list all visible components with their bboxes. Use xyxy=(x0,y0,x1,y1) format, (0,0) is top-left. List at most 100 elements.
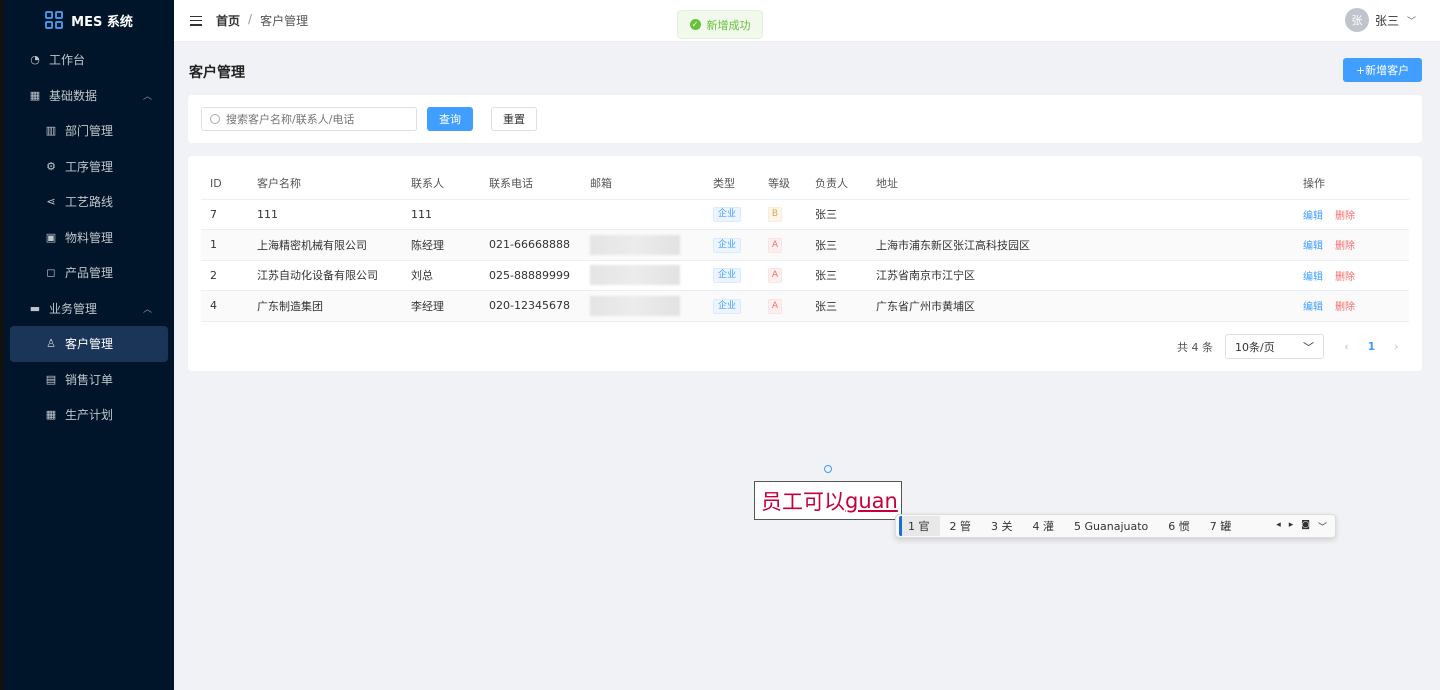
customer-table: ID 客户名称 联系人 联系电话 邮箱 类型 等级 负责人 地址 操作 7 11… xyxy=(201,168,1409,322)
chevron-up-icon: ︿ xyxy=(142,304,152,315)
sidebar-item-basic-data[interactable]: ▦ 基础数据 ︿ xyxy=(4,78,174,114)
ime-candidate[interactable]: 6 惯 xyxy=(1158,516,1200,536)
cell-type: 企业 xyxy=(704,260,759,291)
ime-emoji-icon[interactable]: ◙ xyxy=(1301,520,1310,533)
sidebar-item-material[interactable]: ▣ 物料管理 xyxy=(4,220,174,256)
cell-actions: 编辑 删除 xyxy=(1294,199,1409,230)
ime-prev-icon[interactable]: ◂ xyxy=(1276,520,1281,533)
search-input[interactable] xyxy=(226,112,406,126)
pagination-total: 共 4 条 xyxy=(1177,340,1213,354)
check-circle-icon: ✓ xyxy=(689,19,701,30)
sidebar-item-product[interactable]: ◻ 产品管理 xyxy=(4,255,174,291)
ime-composition-box: 员工可以 guan xyxy=(754,481,902,520)
level-tag: A xyxy=(768,237,782,253)
sidebar-item-department[interactable]: ▥ 部门管理 xyxy=(4,113,174,149)
cell-address: 江苏省南京市江宁区 xyxy=(867,260,1294,291)
building-icon: ▥ xyxy=(45,124,57,138)
table-card: ID 客户名称 联系人 联系电话 邮箱 类型 等级 负责人 地址 操作 7 11… xyxy=(188,156,1422,371)
cell-contact: 陈经理 xyxy=(402,229,480,261)
reset-button[interactable]: 重置 xyxy=(491,107,537,131)
cell-name: 江苏自动化设备有限公司 xyxy=(248,260,402,291)
query-button[interactable]: 查询 xyxy=(427,107,473,131)
edit-link[interactable]: 编辑 xyxy=(1303,272,1323,283)
edit-link[interactable]: 编辑 xyxy=(1303,211,1323,222)
sidebar-item-production-plan[interactable]: ▦ 生产计划 xyxy=(4,397,174,433)
cell-contact: 刘总 xyxy=(402,260,480,291)
calendar-icon: ▦ xyxy=(45,408,57,422)
level-tag: A xyxy=(768,298,782,314)
user-menu[interactable]: 张 张三 ﹀ xyxy=(1344,8,1416,32)
delete-link[interactable]: 删除 xyxy=(1335,211,1355,222)
add-customer-button[interactable]: +新增客户 xyxy=(1343,58,1422,82)
sidebar: MES 系统 ◔ 工作台 ▦ 基础数据 ︿ ▥ 部门管理 ⚙ 工序管理 ⋖ 工艺路线 ▣ 物料… xyxy=(0,0,174,690)
cell-owner: 张三 xyxy=(806,229,867,261)
search-field[interactable] xyxy=(201,107,417,131)
page-title: 客户管理 xyxy=(189,65,245,81)
cell-email xyxy=(581,199,704,230)
delete-link[interactable]: 删除 xyxy=(1335,302,1355,313)
table-header-row: ID 客户名称 联系人 联系电话 邮箱 类型 等级 负责人 地址 操作 xyxy=(201,168,1409,200)
level-tag: B xyxy=(768,207,782,223)
breadcrumb-home[interactable]: 首页 xyxy=(216,12,240,29)
ime-next-icon[interactable]: ▸ xyxy=(1289,520,1294,533)
sidebar-item-sales-order[interactable]: ▤ 销售订单 xyxy=(4,362,174,398)
type-tag: 企业 xyxy=(713,237,742,253)
cell-type: 企业 xyxy=(704,199,759,230)
cell-type: 企业 xyxy=(704,290,759,322)
delete-link[interactable]: 删除 xyxy=(1335,272,1355,283)
cell-level: A xyxy=(759,260,806,291)
edit-link[interactable]: 编辑 xyxy=(1303,241,1323,252)
edit-link[interactable]: 编辑 xyxy=(1303,302,1323,313)
ime-committed-text: 员工可以 xyxy=(761,489,845,514)
column-header-phone: 联系电话 xyxy=(480,168,581,200)
prev-page-button[interactable]: ‹ xyxy=(1334,340,1359,353)
sidebar-item-customer[interactable]: ♙ 客户管理 xyxy=(10,326,168,362)
sidebar-item-label: 业务管理 xyxy=(49,301,98,316)
gear-icon: ⚙ xyxy=(46,159,56,173)
column-header-id: ID xyxy=(201,168,248,200)
table-row: 4 广东制造集团 李经理 020-12345678 企业 A 张三 广东省广州市… xyxy=(201,290,1409,322)
redacted-email xyxy=(590,234,680,255)
sidebar-item-business[interactable]: ▬ 业务管理 ︿ xyxy=(4,291,174,327)
app-logo[interactable]: MES 系统 xyxy=(4,0,174,40)
menu-fold-icon[interactable] xyxy=(190,15,202,26)
cell-contact: 111 xyxy=(402,199,480,230)
ime-candidate[interactable]: 4 灌 xyxy=(1023,516,1065,536)
ime-candidate[interactable]: 2 管 xyxy=(940,516,982,536)
ime-candidate[interactable]: 7 罐 xyxy=(1200,516,1242,536)
column-header-owner: 负责人 xyxy=(806,168,867,200)
type-tag: 企业 xyxy=(713,298,742,314)
sidebar-item-route[interactable]: ⋖ 工艺路线 xyxy=(4,184,174,220)
page-number[interactable]: 1 xyxy=(1359,340,1384,353)
cell-owner: 张三 xyxy=(806,199,867,230)
cell-level: A xyxy=(759,290,806,322)
column-header-contact: 联系人 xyxy=(402,168,480,200)
type-tag: 企业 xyxy=(713,268,742,284)
table-row: 2 江苏自动化设备有限公司 刘总 025-88889999 企业 A 张三 江苏… xyxy=(201,260,1409,291)
chevron-down-icon: ﹀ xyxy=(1303,340,1314,354)
ime-expand-icon[interactable]: ﹀ xyxy=(1318,520,1327,533)
ime-candidate[interactable]: 1 官 xyxy=(899,516,940,536)
cell-level: A xyxy=(759,229,806,261)
cell-name: 111 xyxy=(248,199,402,230)
cell-email xyxy=(581,229,704,261)
delete-link[interactable]: 删除 xyxy=(1335,241,1355,252)
table-row: 7 111 111 企业 B 张三 编辑 删除 xyxy=(201,199,1409,230)
ime-candidate[interactable]: 5 Guanajuato xyxy=(1064,516,1158,536)
cell-phone: 021-66668888 xyxy=(480,229,581,261)
sidebar-item-process[interactable]: ⚙ 工序管理 xyxy=(4,149,174,185)
sidebar-menu: ◔ 工作台 ▦ 基础数据 ︿ ▥ 部门管理 ⚙ 工序管理 ⋖ 工艺路线 ▣ 物料管理 ◻ 产品管… xyxy=(4,42,174,433)
page-size-value: 10条/页 xyxy=(1235,340,1275,354)
search-card: 查询 重置 xyxy=(188,95,1422,143)
sidebar-item-dashboard[interactable]: ◔ 工作台 xyxy=(4,42,174,78)
cell-phone xyxy=(480,199,581,230)
share-icon: ⋖ xyxy=(46,195,56,209)
column-header-address: 地址 xyxy=(867,168,1294,200)
cell-email xyxy=(581,290,704,322)
page-size-select[interactable]: 10条/页 ﹀ xyxy=(1225,334,1324,359)
ime-candidate[interactable]: 3 关 xyxy=(981,516,1023,536)
cell-id: 4 xyxy=(201,290,248,322)
next-page-button[interactable]: › xyxy=(1384,340,1409,353)
sidebar-item-label: 工序管理 xyxy=(65,159,114,174)
user-name: 张三 xyxy=(1374,13,1399,28)
